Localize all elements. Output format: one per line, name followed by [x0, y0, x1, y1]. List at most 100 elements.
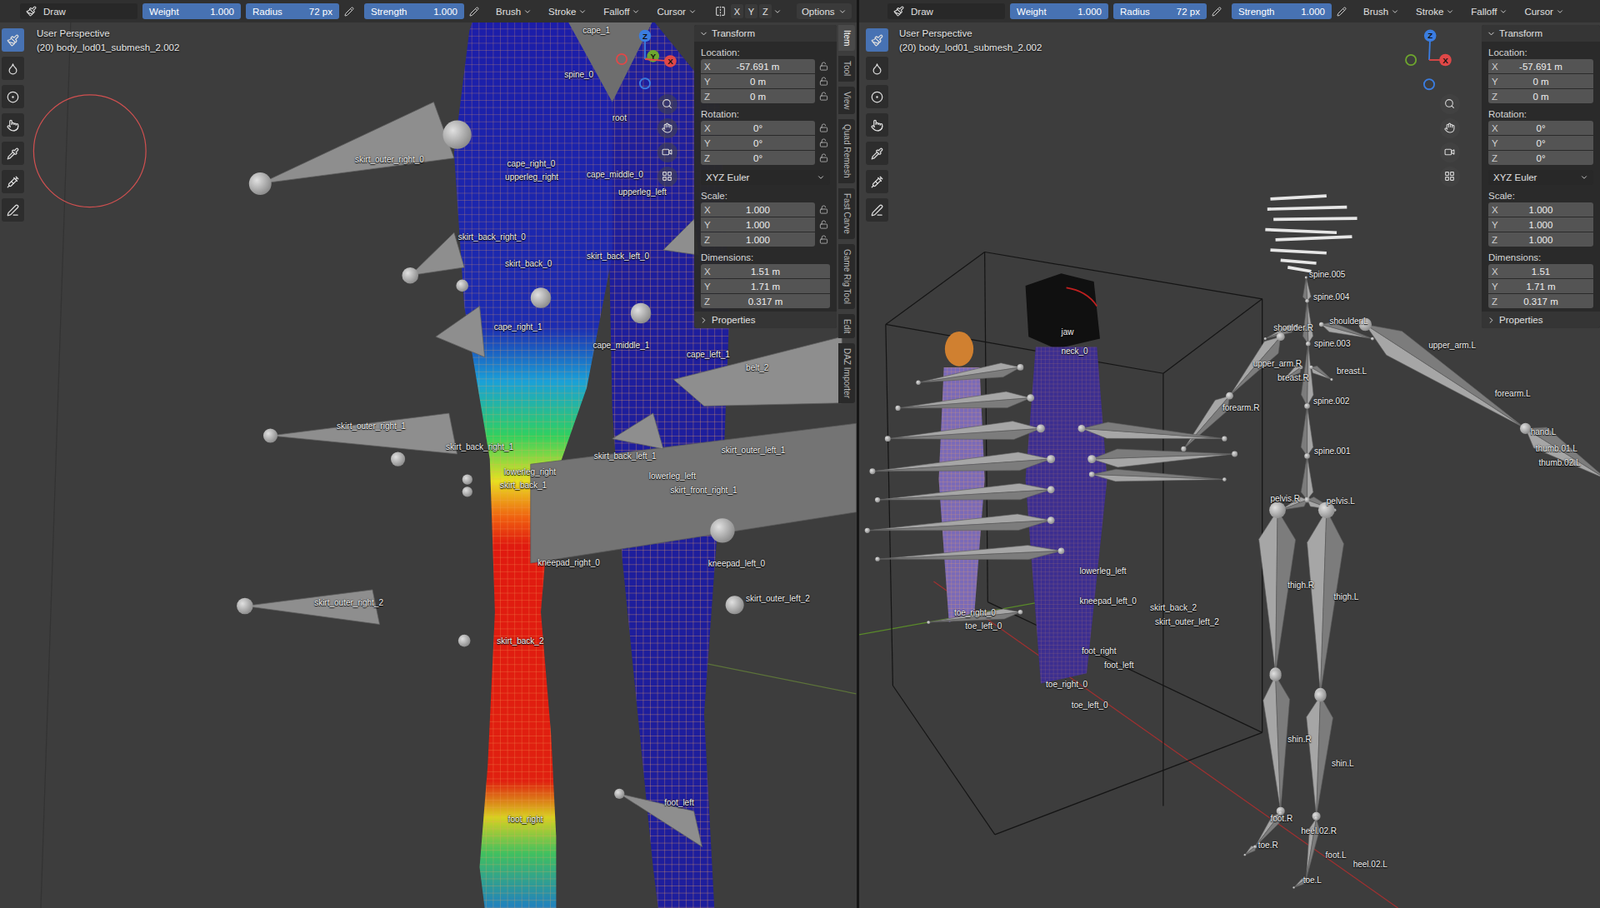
camera-icon[interactable] [661, 146, 673, 158]
bone[interactable] [612, 413, 664, 450]
number-field[interactable]: X-57.691 m [700, 59, 815, 74]
sidebar-tab[interactable]: Tool [838, 55, 855, 81]
bone-joint[interactable] [710, 518, 735, 543]
zoom-icon[interactable] [661, 98, 673, 110]
pan-icon[interactable] [661, 122, 673, 134]
slider-field[interactable]: Radius72 px [245, 3, 340, 20]
number-field[interactable]: Y1.000 [1488, 217, 1594, 232]
number-field[interactable]: Y0 m [700, 74, 815, 89]
lock-icon[interactable] [819, 235, 829, 245]
chevron-down-icon[interactable] [699, 29, 709, 39]
bone[interactable] [1180, 392, 1234, 452]
number-field[interactable]: Z0 m [1488, 89, 1594, 104]
bone[interactable] [270, 413, 458, 455]
header-menu[interactable]: Brush [1360, 3, 1403, 20]
number-field[interactable]: Y1.000 [700, 217, 815, 232]
bone[interactable] [435, 305, 485, 357]
header-menu[interactable]: Falloff [1467, 3, 1511, 20]
nav-button[interactable] [657, 166, 678, 187]
bone-joint[interactable] [263, 428, 278, 443]
bone-joint[interactable] [442, 120, 471, 150]
options-button[interactable]: Options [796, 3, 852, 20]
grid-icon[interactable] [661, 170, 673, 182]
symmetry-icon[interactable] [715, 5, 726, 17]
symmetry-toggle[interactable]: Y [745, 4, 758, 19]
bone[interactable] [1302, 276, 1311, 304]
nav-button[interactable] [1440, 142, 1460, 163]
bone[interactable] [865, 514, 1055, 534]
slider-field[interactable]: Strength1.000 [364, 3, 465, 20]
3d-viewport[interactable]: jawneck_0forearm.Rspine.005spine.004shou… [859, 0, 1600, 908]
number-field[interactable]: X1.51 m [700, 264, 830, 279]
bone[interactable] [260, 101, 455, 184]
number-field[interactable]: X1.000 [700, 202, 815, 217]
number-field[interactable]: Y1.71 m [1488, 279, 1594, 294]
nav-button[interactable] [1440, 118, 1460, 139]
nav-button[interactable] [657, 142, 678, 163]
slider-field[interactable]: Weight1.000 [142, 3, 241, 20]
zoom-icon[interactable] [1444, 98, 1455, 110]
tool-button[interactable] [865, 28, 889, 52]
pressure-icon[interactable] [469, 6, 480, 17]
tool-button[interactable] [865, 56, 889, 80]
slider-field[interactable]: Weight1.000 [1010, 3, 1109, 20]
bone[interactable] [1300, 404, 1314, 460]
panel-header[interactable]: Transform [694, 25, 837, 42]
number-field[interactable]: Y0 m [1488, 74, 1594, 89]
bone[interactable] [875, 545, 1065, 562]
number-field[interactable]: Z0 m [700, 89, 815, 104]
bone-joint[interactable] [458, 635, 471, 648]
pressure-icon[interactable] [344, 6, 355, 17]
chevron-down-icon[interactable] [773, 7, 782, 16]
character-mesh[interactable] [1025, 273, 1108, 684]
gizmo-axis[interactable]: X [645, 55, 677, 68]
gizmo-axis[interactable]: Z [1424, 29, 1437, 60]
number-field[interactable]: Z0.317 m [700, 294, 830, 309]
tool-button[interactable] [1, 85, 25, 109]
3d-viewport[interactable]: cape_1spine_0rootskirt_outer_right_0cape… [0, 0, 857, 908]
bone[interactable] [1078, 422, 1228, 442]
number-field[interactable]: Z0° [700, 150, 815, 165]
bone[interactable] [1259, 501, 1296, 680]
bone[interactable] [1359, 318, 1530, 434]
bone[interactable] [885, 421, 1045, 443]
symmetry-toggle[interactable]: X [730, 4, 744, 19]
header-menu[interactable]: Stroke [545, 3, 590, 20]
sidebar-tab[interactable]: Quad Remesh [838, 119, 855, 183]
slider-field[interactable]: Strength1.000 [1231, 3, 1332, 20]
number-field[interactable]: X1.51 [1488, 264, 1594, 279]
tool-button[interactable] [865, 85, 889, 109]
nav-button[interactable] [1440, 166, 1460, 187]
bone[interactable] [1244, 845, 1257, 857]
bone[interactable] [915, 363, 1024, 385]
bone-joint[interactable] [530, 287, 551, 308]
number-field[interactable]: Y0° [700, 135, 815, 150]
lock-icon[interactable] [819, 76, 829, 86]
number-field[interactable]: Y0° [1488, 135, 1594, 150]
symmetry-toggle[interactable]: Z [759, 4, 772, 19]
overlay-icon[interactable] [856, 5, 858, 17]
lock-icon[interactable] [819, 220, 829, 230]
tool-button[interactable] [1, 113, 25, 137]
pan-icon[interactable] [1444, 122, 1455, 134]
bone-joint[interactable] [401, 267, 419, 285]
sidebar-tab[interactable]: Fast Carve [838, 188, 855, 240]
bone[interactable] [530, 423, 857, 564]
mesh-leg-weighted[interactable] [454, 0, 613, 908]
nav-button[interactable] [657, 118, 678, 139]
number-field[interactable]: Y1.71 m [700, 279, 830, 294]
tool-button[interactable] [1, 28, 25, 52]
number-field[interactable]: Z1.000 [1488, 232, 1594, 247]
bone[interactable] [1304, 815, 1320, 881]
tool-button[interactable] [865, 170, 889, 194]
pressure-icon[interactable] [1211, 6, 1222, 17]
grid-icon[interactable] [1444, 170, 1455, 182]
bone[interactable] [410, 232, 465, 275]
header-menu[interactable]: Brush [492, 3, 535, 20]
number-field[interactable]: X0° [1488, 120, 1594, 135]
header-menu[interactable]: Stroke [1412, 3, 1458, 20]
bone-joint[interactable] [455, 280, 469, 293]
bone[interactable] [1309, 365, 1333, 381]
bone[interactable] [673, 336, 842, 406]
sidebar-tab[interactable]: Game Rig Tool [838, 244, 855, 310]
